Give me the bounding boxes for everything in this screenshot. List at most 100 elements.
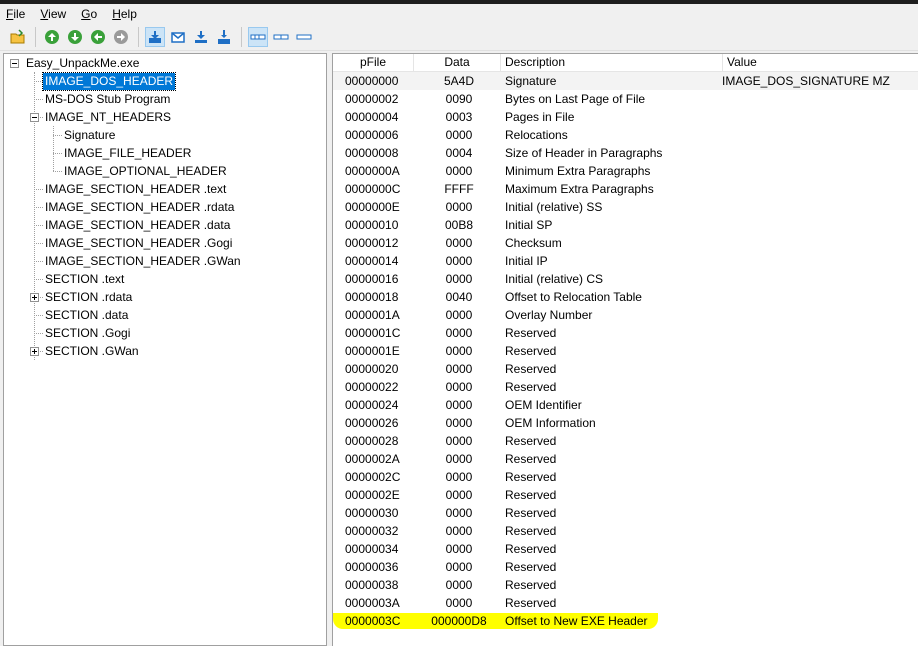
tree-item-image-optional-header[interactable]: IMAGE_OPTIONAL_HEADER: [62, 162, 229, 180]
tree-item-image-dos-header[interactable]: IMAGE_DOS_HEADER: [41, 72, 177, 91]
tree-item-signature[interactable]: Signature: [62, 126, 117, 144]
tree-item-section-header-rdata[interactable]: IMAGE_SECTION_HEADER .rdata: [43, 198, 236, 216]
back-button[interactable]: [88, 27, 108, 47]
tree-item-section-gogi[interactable]: SECTION .Gogi: [43, 324, 132, 342]
table-row[interactable]: 0000001A 0000 Overlay Number: [333, 306, 918, 324]
tree-item-ms-dos-stub[interactable]: MS-DOS Stub Program: [43, 90, 172, 108]
collapse-toggle-root[interactable]: [10, 59, 19, 68]
cell-data: 0000: [445, 452, 473, 466]
menu-go[interactable]: Go: [81, 7, 97, 21]
table-row[interactable]: 00000002 0090 Bytes on Last Page of File: [333, 90, 918, 108]
table-row[interactable]: 00000038 0000 Reserved: [333, 576, 918, 594]
jump-button[interactable]: [145, 26, 165, 47]
table-row[interactable]: 00000000 5A4D Signature IMAGE_DOS_SIGNATURE…: [333, 72, 918, 90]
view-wide-button[interactable]: [294, 27, 314, 47]
table-row[interactable]: 00000024 0000 OEM Identifier: [333, 396, 918, 414]
table-row[interactable]: 00000004 0003 Pages in File: [333, 108, 918, 126]
expand-toggle-section-rdata[interactable]: [30, 293, 39, 302]
table-row[interactable]: 00000006 0000 Relocations: [333, 126, 918, 144]
tree-item-section-header-text[interactable]: IMAGE_SECTION_HEADER .text: [43, 180, 228, 198]
tree-item-root[interactable]: Easy_UnpackMe.exe: [24, 54, 141, 72]
table-row[interactable]: 00000018 0040 Offset to Relocation Table: [333, 288, 918, 306]
cell-pfile: 0000003C: [345, 614, 401, 628]
menu-file[interactable]: File: [6, 7, 25, 21]
column-header-pfile[interactable]: pFile: [333, 54, 414, 72]
tree-connector: [34, 315, 43, 316]
table-row[interactable]: 00000032 0000 Reserved: [333, 522, 918, 540]
expand-toggle-section-gwan[interactable]: [30, 347, 39, 356]
cell-pfile: 00000022: [345, 380, 399, 394]
table-row[interactable]: 0000000A 0000 Minimum Extra Paragraphs: [333, 162, 918, 180]
cell-data: 0000: [445, 434, 473, 448]
cell-description: Initial SP: [505, 218, 553, 232]
cell-data: 0003: [445, 110, 473, 124]
table-row[interactable]: 00000028 0000 Reserved: [333, 432, 918, 450]
tree-item-image-nt-headers[interactable]: IMAGE_NT_HEADERS: [43, 108, 173, 126]
cell-description: Reserved: [505, 488, 557, 502]
cell-pfile: 0000002A: [345, 452, 400, 466]
open-icon: [10, 28, 25, 43]
table-row[interactable]: 00000012 0000 Checksum: [333, 234, 918, 252]
forward-button[interactable]: [111, 27, 131, 47]
column-header-label: pFile: [359, 55, 386, 69]
table-row[interactable]: 00000016 0000 Initial (relative) CS: [333, 270, 918, 288]
tree-item-section-header-gwan[interactable]: IMAGE_SECTION_HEADER .GWan: [43, 252, 243, 270]
table-row[interactable]: 00000030 0000 Reserved: [333, 504, 918, 522]
tree-item-section-data[interactable]: SECTION .data: [43, 306, 130, 324]
table-row[interactable]: 0000003A 0000 Reserved: [333, 594, 918, 612]
table-row[interactable]: 00000034 0000 Reserved: [333, 540, 918, 558]
table-row[interactable]: 00000036 0000 Reserved: [333, 558, 918, 576]
tree-item-section-gwan[interactable]: SECTION .GWan: [43, 342, 141, 360]
table-row[interactable]: 00000014 0000 Initial IP: [333, 252, 918, 270]
cell-pfile: 00000032: [345, 524, 399, 538]
menu-help-rest: elp: [120, 6, 137, 21]
save-button[interactable]: [214, 27, 234, 47]
tree-item-section-header-data[interactable]: IMAGE_SECTION_HEADER .data: [43, 216, 232, 234]
view-small-button[interactable]: [271, 27, 291, 47]
table-row[interactable]: 0000002E 0000 Reserved: [333, 486, 918, 504]
cell-description: Reserved: [505, 470, 557, 484]
view-small-icon: [273, 34, 289, 39]
menu-help[interactable]: Help: [112, 7, 137, 21]
download-button[interactable]: [191, 27, 211, 47]
tree-view[interactable]: Easy_UnpackMe.exe IMAGE_DOS_HEADER MS-DO…: [3, 53, 327, 646]
column-header-value[interactable]: Value: [723, 54, 918, 72]
table-row[interactable]: 0000000E 0000 Initial (relative) SS: [333, 198, 918, 216]
column-header-label: Description: [505, 55, 566, 69]
cell-description: Reserved: [505, 344, 557, 358]
table-row[interactable]: 0000003C 000000D8 Offset to New EXE Header: [333, 612, 918, 630]
menu-view[interactable]: View: [40, 7, 66, 21]
table-row[interactable]: 0000001E 0000 Reserved: [333, 342, 918, 360]
table-row[interactable]: 00000020 0000 Reserved: [333, 360, 918, 378]
table-row[interactable]: 00000010 00B8 Initial SP: [333, 216, 918, 234]
nav-down-icon: [68, 29, 82, 44]
menu-view-rest: iew: [48, 6, 67, 21]
collapse-toggle-nt-headers[interactable]: [30, 113, 39, 122]
table-row[interactable]: 00000022 0000 Reserved: [333, 378, 918, 396]
column-header-data[interactable]: Data: [414, 54, 501, 72]
cell-description: Minimum Extra Paragraphs: [505, 164, 651, 178]
detail-list-view[interactable]: pFile Data Description Value 00000000 5A4…: [332, 53, 918, 646]
nav-up-button[interactable]: [42, 27, 62, 47]
table-row[interactable]: 00000008 0004 Size of Header in Paragraphs: [333, 144, 918, 162]
table-row[interactable]: 0000002A 0000 Reserved: [333, 450, 918, 468]
cell-pfile: 00000002: [345, 92, 399, 106]
tree-item-section-rdata[interactable]: SECTION .rdata: [43, 288, 134, 306]
cell-pfile: 00000038: [345, 578, 399, 592]
tree-connector: [34, 243, 43, 244]
table-row[interactable]: 0000000C FFFF Maximum Extra Paragraphs: [333, 180, 918, 198]
tree-item-section-header-gogi[interactable]: IMAGE_SECTION_HEADER .Gogi: [43, 234, 234, 252]
tree-item-label: IMAGE_FILE_HEADER: [64, 146, 192, 160]
cell-description: Initial (relative) CS: [505, 272, 604, 286]
table-row[interactable]: 0000001C 0000 Reserved: [333, 324, 918, 342]
column-header-label: Value: [727, 55, 757, 69]
column-header-description[interactable]: Description: [501, 54, 723, 72]
open-button[interactable]: [8, 27, 28, 47]
table-row[interactable]: 0000002C 0000 Reserved: [333, 468, 918, 486]
table-row[interactable]: 00000026 0000 OEM Information: [333, 414, 918, 432]
nav-down-button[interactable]: [65, 27, 85, 47]
tree-item-section-text[interactable]: SECTION .text: [43, 270, 126, 288]
view-list-button[interactable]: [248, 26, 268, 47]
tree-item-image-file-header[interactable]: IMAGE_FILE_HEADER: [62, 144, 193, 162]
mail-button[interactable]: [168, 27, 188, 47]
